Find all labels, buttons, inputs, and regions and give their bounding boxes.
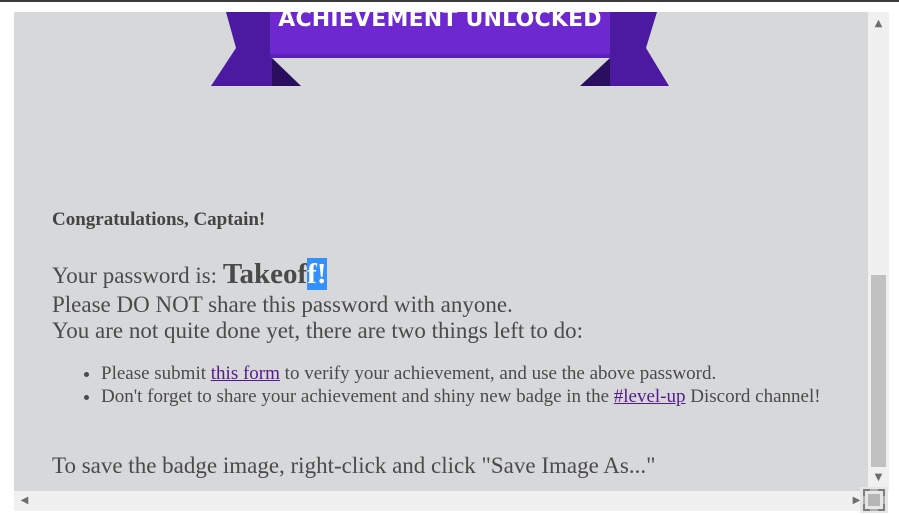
arrow-down-icon[interactable]: ▼: [871, 470, 886, 485]
list-item-text: Please submit: [101, 363, 211, 384]
window-top-border: [0, 0, 899, 2]
achievement-badge-banner: ACHIEVEMENT UNLOCKED: [14, 12, 868, 92]
arrow-left-icon[interactable]: ◀: [17, 493, 32, 508]
level-up-link[interactable]: #level-up: [614, 386, 686, 407]
list-item-text: Don't forget to share your achievement a…: [101, 386, 614, 407]
todo-list: Please submit this form to verify your a…: [52, 362, 861, 408]
page-viewport: ACHIEVEMENT UNLOCKED Congratulations, Ca…: [14, 12, 868, 491]
vertical-scrollbar[interactable]: ▲ ▼: [868, 12, 889, 491]
password-line: Your password is: Takeoff!: [52, 258, 327, 291]
vertical-scroll-thumb[interactable]: [871, 275, 886, 467]
password-label: Your password is:: [52, 263, 218, 288]
list-item: Please submit this form to verify your a…: [101, 362, 861, 385]
password-value[interactable]: Takeoff!: [223, 258, 327, 290]
horizontal-scrollbar[interactable]: ◀ ▶: [14, 491, 868, 511]
arrow-up-icon[interactable]: ▲: [871, 16, 886, 31]
list-item: Don't forget to share your achievement a…: [101, 385, 861, 408]
password-text: Takeof: [222, 258, 308, 290]
save-hint-text: To save the badge image, right-click and…: [52, 453, 656, 478]
warning-text: Please DO NOT share this password with a…: [52, 292, 513, 317]
greeting-heading: Congratulations, Captain!: [52, 209, 266, 230]
password-selected-text: f!: [307, 258, 327, 290]
remaining-text: You are not quite done yet, there are tw…: [52, 318, 584, 343]
form-link[interactable]: this form: [211, 363, 280, 384]
list-item-text: to verify your achievement, and use the …: [279, 363, 717, 384]
list-item-text: Discord channel!: [685, 386, 821, 407]
fullscreen-icon[interactable]: [860, 487, 888, 513]
badge-title: ACHIEVEMENT UNLOCKED: [278, 12, 602, 32]
